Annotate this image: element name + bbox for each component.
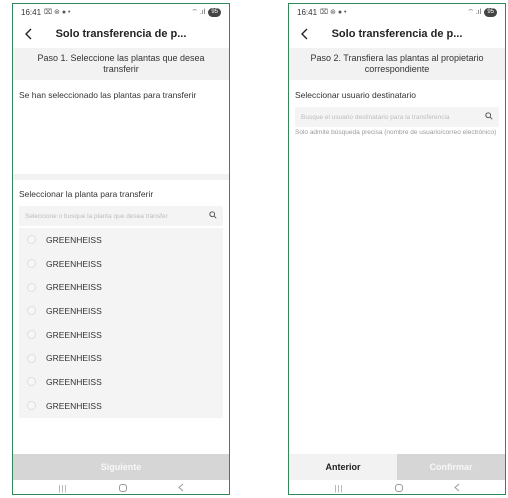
search-icon[interactable]	[485, 112, 493, 122]
plant-search-input[interactable]	[25, 212, 205, 220]
app-bar: Solo transferencia de p...	[289, 20, 505, 48]
status-bar: 16:41 ⌧ ⊛ ● • ⌔ .ıl 95	[13, 4, 229, 20]
app-bar: Solo transferencia de p...	[13, 20, 229, 48]
plant-name: GREENHEISS	[46, 376, 102, 387]
battery-icon: 95	[484, 7, 497, 17]
radio-button[interactable]	[27, 259, 36, 269]
signal-icon: ⌔ .ıl	[191, 8, 206, 16]
plant-name: GREENHEISS	[46, 305, 102, 316]
list-item[interactable]: GREENHEISS	[19, 275, 223, 299]
list-item[interactable]: GREENHEISS	[19, 370, 223, 394]
back-arrow-icon[interactable]	[295, 24, 313, 44]
system-nav-bar: |||	[13, 480, 229, 494]
step-instruction: Paso 2. Transfiera las plantas al propie…	[289, 48, 505, 80]
radio-button[interactable]	[27, 353, 36, 363]
recent-apps-icon[interactable]: |||	[58, 484, 67, 493]
action-buttons: Anterior Confirmar	[289, 454, 505, 480]
status-notification-icons: ⌧ ⊛ ● •	[320, 9, 347, 16]
nav-back-icon[interactable]	[453, 483, 460, 494]
radio-button[interactable]	[27, 282, 36, 292]
recent-apps-icon[interactable]: |||	[334, 484, 343, 493]
select-user-label: Seleccionar usuario destinatario	[295, 90, 416, 100]
list-item[interactable]: GREENHEISS	[19, 346, 223, 370]
previous-button[interactable]: Anterior	[289, 454, 397, 480]
plant-name: GREENHEISS	[46, 400, 102, 411]
battery-icon: 95	[208, 7, 221, 17]
home-icon[interactable]	[118, 484, 127, 492]
selected-plants-area	[13, 100, 229, 174]
home-icon[interactable]	[394, 484, 403, 492]
search-icon[interactable]	[209, 211, 217, 221]
step-instruction: Paso 1. Seleccione las plantas que desea…	[13, 48, 229, 80]
radio-button[interactable]	[27, 306, 36, 316]
status-time: 16:41	[297, 7, 318, 17]
next-button[interactable]: Siguiente	[13, 454, 229, 480]
radio-button[interactable]	[27, 377, 36, 387]
page-title: Solo transferencia de p...	[55, 28, 187, 40]
plant-name: GREENHEISS	[46, 353, 102, 364]
page-title: Solo transferencia de p...	[331, 28, 463, 40]
search-hint: Solo admite búsqueda precisa (nombre de …	[295, 129, 497, 136]
radio-button[interactable]	[27, 235, 36, 245]
list-item[interactable]: GREENHEISS	[19, 323, 223, 347]
user-search-box	[295, 107, 499, 127]
list-item[interactable]: GREENHEISS	[19, 228, 223, 252]
section-divider	[13, 174, 229, 180]
system-nav-bar: |||	[289, 480, 505, 494]
radio-button[interactable]	[27, 401, 36, 411]
status-time: 16:41	[21, 7, 42, 17]
phone-screen-step-1: 16:41 ⌧ ⊛ ● • ⌔ .ıl 95 Solo transferenci…	[12, 3, 230, 495]
status-notification-icons: ⌧ ⊛ ● •	[44, 9, 71, 16]
list-item[interactable]: GREENHEISS	[19, 299, 223, 323]
radio-button[interactable]	[27, 330, 36, 340]
signal-icon: ⌔ .ıl	[467, 8, 482, 16]
user-search-input[interactable]	[301, 113, 481, 121]
plant-search-box	[19, 206, 223, 226]
back-arrow-icon[interactable]	[19, 24, 37, 44]
plant-name: GREENHEISS	[46, 258, 102, 269]
plant-list: GREENHEISS GREENHEISS GREENHEISS GREENHE…	[19, 228, 223, 418]
list-item[interactable]: GREENHEISS	[19, 252, 223, 276]
status-bar: 16:41 ⌧ ⊛ ● • ⌔ .ıl 95	[289, 4, 505, 20]
plant-name: GREENHEISS	[46, 329, 102, 340]
phone-screen-step-2: 16:41 ⌧ ⊛ ● • ⌔ .ıl 95 Solo transferenci…	[288, 3, 506, 495]
plant-name: GREENHEISS	[46, 234, 102, 245]
select-plant-label: Seleccionar la planta para transferir	[19, 189, 154, 199]
list-item[interactable]: GREENHEISS	[19, 394, 223, 418]
selected-plants-label: Se han seleccionado las plantas para tra…	[19, 90, 197, 100]
plant-name: GREENHEISS	[46, 282, 102, 293]
nav-back-icon[interactable]	[177, 483, 184, 494]
confirm-button[interactable]: Confirmar	[397, 454, 505, 480]
